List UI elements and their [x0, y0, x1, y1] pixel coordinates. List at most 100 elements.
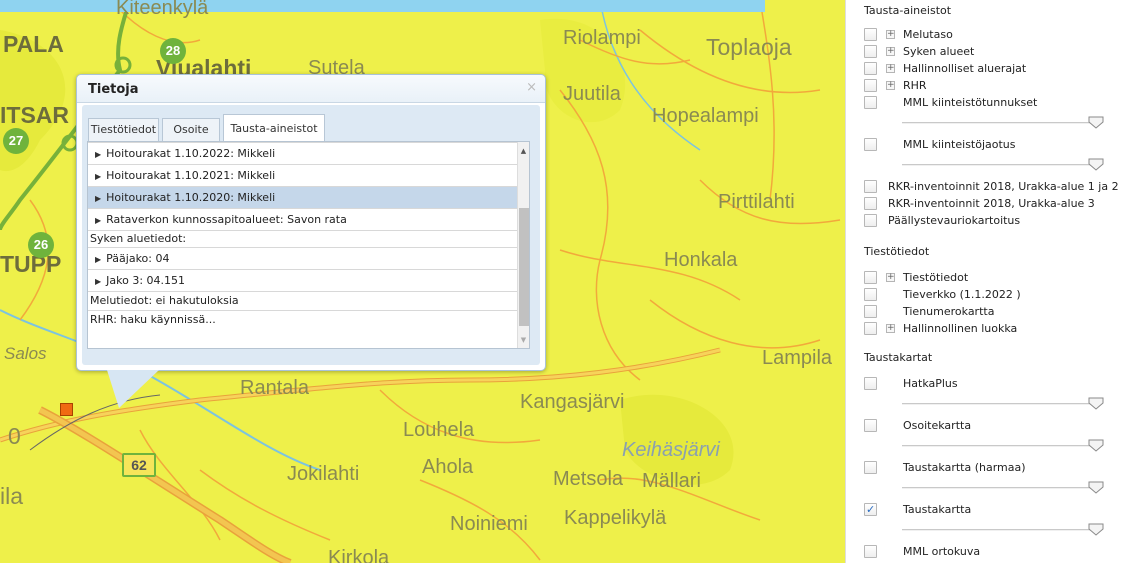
- list-status-text: Melutiedot: ei hakutuloksia: [88, 292, 520, 311]
- scroll-thumb[interactable]: [519, 208, 529, 326]
- layer-checkbox[interactable]: [864, 419, 877, 432]
- section-title-tiestotiedot: Tiestötiedot: [864, 245, 930, 258]
- layer-checkbox[interactable]: [864, 138, 877, 151]
- list-item-label: Hoitourakat 1.10.2021: Mikkeli: [106, 169, 276, 182]
- expand-arrow-icon[interactable]: ▶: [95, 188, 101, 209]
- close-icon[interactable]: ×: [526, 80, 537, 95]
- popup-title: Tietoja: [88, 82, 139, 97]
- road-number-badge: 28: [160, 38, 186, 64]
- map-top-bar: [0, 0, 765, 12]
- slider-handle-icon[interactable]: [1088, 523, 1104, 536]
- list-item-label: Rataverkon kunnossapitoalueet: Savon rat…: [106, 213, 347, 226]
- expand-plus-icon[interactable]: +: [886, 30, 895, 39]
- layer-label: RKR-inventoinnit 2018, Urakka-alue 3: [888, 197, 1095, 210]
- place-label: Hopealampi: [652, 105, 759, 127]
- layer-checkbox[interactable]: [864, 197, 877, 210]
- scroll-down-icon[interactable]: ▼: [518, 334, 529, 346]
- list-item[interactable]: ▶ Rataverkon kunnossapitoalueet: Savon ra…: [88, 209, 520, 231]
- expand-arrow-icon[interactable]: ▶: [95, 271, 101, 292]
- layer-checkbox[interactable]: [864, 79, 877, 92]
- layer-checkbox[interactable]: [864, 271, 877, 284]
- slider-track: [902, 164, 1092, 166]
- slider-handle-icon[interactable]: [1088, 439, 1104, 452]
- tab-tausta-aineistot[interactable]: Tausta-aineistot: [223, 114, 325, 142]
- place-label: Kangasjärvi: [520, 391, 625, 413]
- slider-track: [902, 445, 1092, 447]
- layer-label: Tiestötiedot: [903, 271, 969, 284]
- list-scrollbar[interactable]: ▲ ▼: [517, 142, 529, 348]
- opacity-slider[interactable]: [902, 116, 1104, 130]
- slider-handle-icon[interactable]: [1088, 158, 1104, 171]
- place-label: Kappelikylä: [564, 507, 667, 529]
- layer-checkbox[interactable]: [864, 377, 877, 390]
- list-item-selected[interactable]: ▶ Hoitourakat 1.10.2020: Mikkeli: [88, 187, 520, 209]
- slider-handle-icon[interactable]: [1088, 481, 1104, 494]
- list-item-label: Pääjako: 04: [106, 252, 170, 265]
- layer-checkbox[interactable]: [864, 322, 877, 335]
- layer-checkbox[interactable]: [864, 45, 877, 58]
- opacity-slider[interactable]: [902, 439, 1104, 453]
- list-item[interactable]: ▶ Hoitourakat 1.10.2022: Mikkeli: [88, 143, 520, 165]
- expand-arrow-icon[interactable]: ▶: [95, 144, 101, 165]
- place-label: Keihäsjärvi: [622, 439, 720, 461]
- place-label: Kirkola: [328, 547, 390, 563]
- list-item[interactable]: ▶ Hoitourakat 1.10.2021: Mikkeli: [88, 165, 520, 187]
- slider-handle-icon[interactable]: [1088, 116, 1104, 129]
- expand-arrow-icon[interactable]: ▶: [95, 166, 101, 187]
- layer-checkbox[interactable]: [864, 28, 877, 41]
- list-item-label: Hoitourakat 1.10.2022: Mikkeli: [106, 147, 276, 160]
- layer-label: RKR-inventoinnit 2018, Urakka-alue 1 ja …: [888, 180, 1119, 193]
- list-item-label: Hoitourakat 1.10.2020: Mikkeli: [106, 191, 276, 204]
- slider-handle-icon[interactable]: [1088, 397, 1104, 410]
- result-list[interactable]: ▶ Hoitourakat 1.10.2022: Mikkeli ▶ Hoitour…: [87, 141, 530, 349]
- layer-panel: Tausta-aineistot + Melutaso + Syken alue…: [845, 0, 1131, 563]
- road-number-badge: 62: [122, 453, 156, 477]
- info-popup: Tietoja × Tiestötiedot Osoite Tausta-ain…: [76, 74, 546, 408]
- layer-label: Hallinnolliset aluerajat: [903, 62, 1027, 75]
- list-item[interactable]: ▶ Jako 3: 04.151: [88, 270, 520, 292]
- tab-osoite[interactable]: Osoite: [162, 118, 220, 141]
- popup-header: Tietoja ×: [77, 75, 545, 103]
- layer-checkbox[interactable]: [864, 305, 877, 318]
- opacity-slider[interactable]: [902, 158, 1104, 172]
- expand-plus-icon[interactable]: +: [886, 47, 895, 56]
- expand-arrow-icon[interactable]: ▶: [95, 210, 101, 231]
- layer-checkbox[interactable]: [864, 545, 877, 558]
- layer-label: Tienumerokartta: [903, 305, 995, 318]
- list-item-label: Jako 3: 04.151: [106, 274, 186, 287]
- place-label: Jokilahti: [287, 463, 360, 485]
- map-view[interactable]: Kiteenkylä PALA Viualahti Sutela Riolamp…: [0, 0, 845, 563]
- place-label: ila: [0, 483, 24, 509]
- opacity-slider[interactable]: [902, 523, 1104, 537]
- layer-checkbox[interactable]: [864, 62, 877, 75]
- layer-checkbox[interactable]: [864, 180, 877, 193]
- layer-checkbox-checked[interactable]: [864, 502, 877, 518]
- place-label: PALA: [3, 31, 64, 57]
- place-label: 0: [8, 423, 21, 449]
- place-label: Mällari: [642, 470, 701, 492]
- place-label: Metsola: [553, 468, 624, 490]
- place-label: Louhela: [403, 419, 475, 441]
- expand-plus-icon[interactable]: +: [886, 64, 895, 73]
- place-label: Riolampi: [563, 27, 641, 49]
- layer-checkbox[interactable]: [864, 214, 877, 227]
- expand-arrow-icon[interactable]: ▶: [95, 249, 101, 270]
- layer-checkbox[interactable]: [864, 96, 877, 109]
- place-label: Rantala: [240, 377, 309, 399]
- expand-plus-icon[interactable]: +: [886, 81, 895, 90]
- opacity-slider[interactable]: [902, 397, 1104, 411]
- scroll-up-icon[interactable]: ▲: [518, 145, 529, 157]
- layer-checkbox[interactable]: [864, 461, 877, 474]
- layer-label: Taustakartta: [903, 503, 972, 516]
- location-marker[interactable]: [60, 403, 73, 416]
- layer-label: MML kiinteistötunnukset: [903, 96, 1038, 109]
- place-label: Noiniemi: [450, 513, 528, 535]
- layer-checkbox[interactable]: [864, 288, 877, 301]
- expand-plus-icon[interactable]: +: [886, 273, 895, 282]
- list-item[interactable]: ▶ Pääjako: 04: [88, 248, 520, 270]
- tab-tiestotiedot[interactable]: Tiestötiedot: [88, 118, 159, 141]
- expand-plus-icon[interactable]: +: [886, 324, 895, 333]
- slider-track: [902, 403, 1092, 405]
- layer-label: Päällystevauriokartoitus: [888, 214, 1021, 227]
- opacity-slider[interactable]: [902, 481, 1104, 495]
